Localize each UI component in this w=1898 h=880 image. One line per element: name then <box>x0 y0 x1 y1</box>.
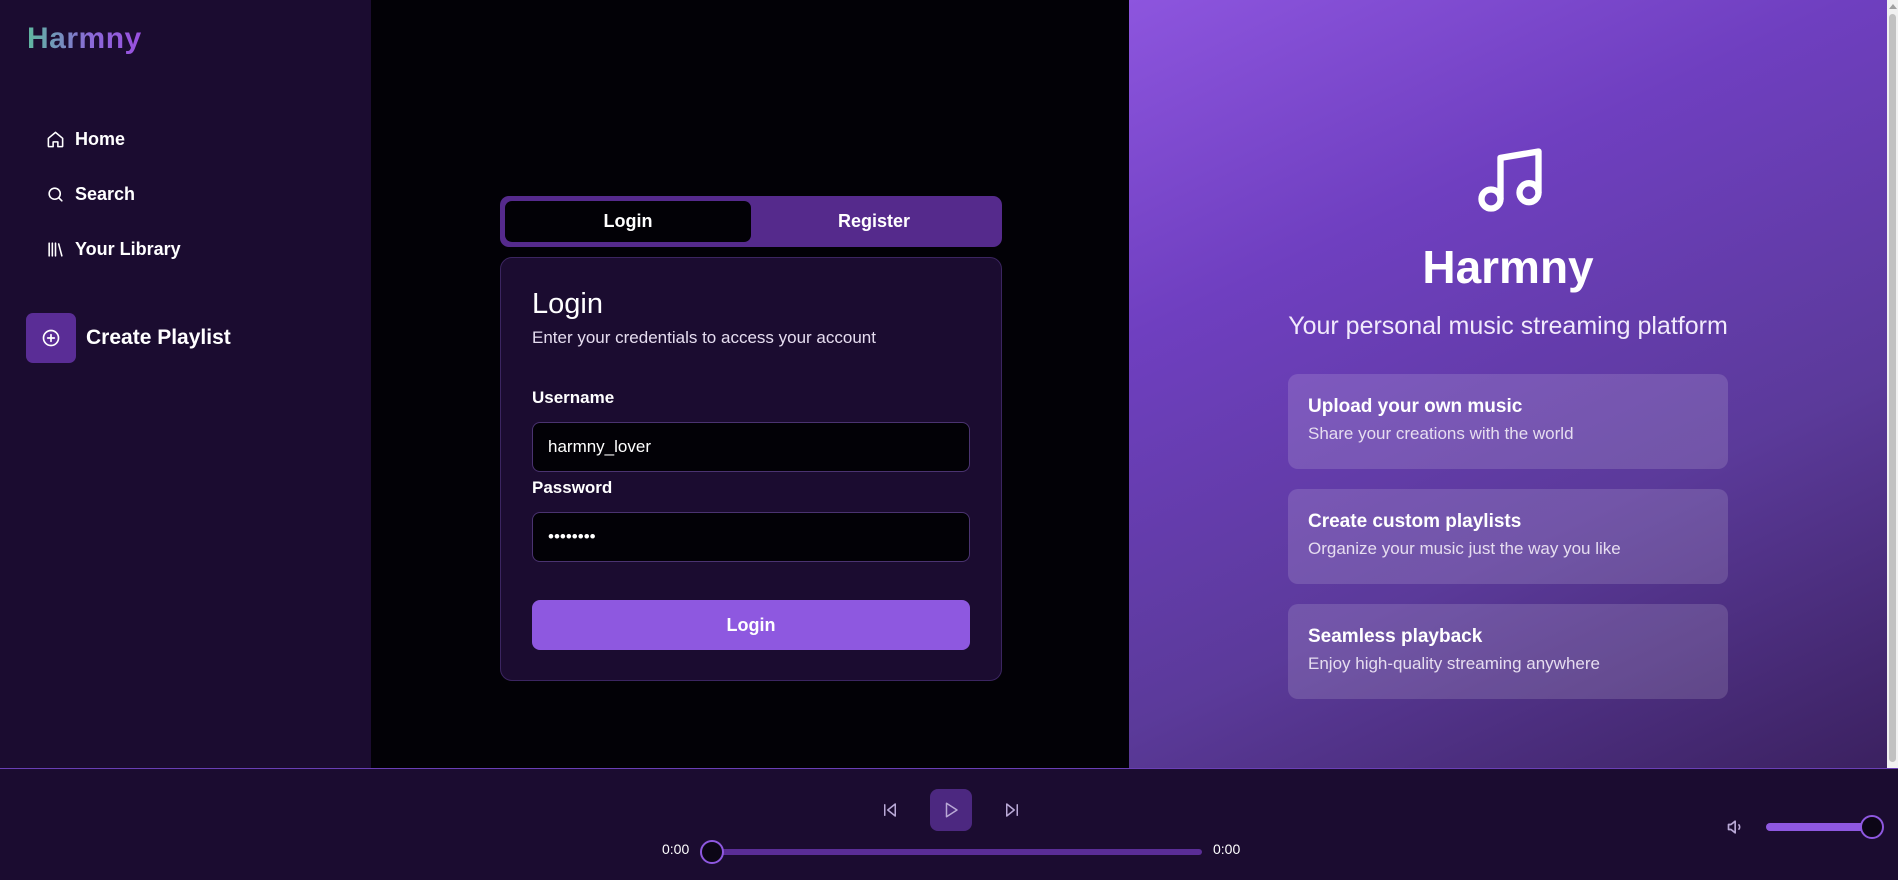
sidebar-item-label: Search <box>75 184 136 204</box>
volume-icon[interactable] <box>1725 817 1747 837</box>
tab-register[interactable]: Register <box>751 201 997 242</box>
create-playlist-icon-box <box>26 313 76 363</box>
search-icon <box>48 187 63 202</box>
username-label: Username <box>532 388 615 407</box>
hero-subtitle: Your personal music streaming platform <box>1288 312 1728 340</box>
password-label: Password <box>532 478 613 497</box>
create-playlist-label: Create Playlist <box>86 326 231 349</box>
username-field[interactable] <box>532 422 970 472</box>
app-logo[interactable]: Harmny <box>27 22 142 56</box>
feature-desc: Share your creations with the world <box>1308 424 1574 443</box>
auth-tabs: Login Register <box>500 196 1002 247</box>
sidebar-item-home[interactable]: Home <box>46 112 181 167</box>
auth-panel: Login Register Login Enter your credenti… <box>371 0 1129 768</box>
progress-handle[interactable] <box>700 840 724 864</box>
feature-title: Upload your own music <box>1308 396 1523 417</box>
sidebar: Harmny Home Search Your Library Create P… <box>0 0 371 768</box>
feature-title: Create custom playlists <box>1308 511 1522 532</box>
duration-time: 0:00 <box>1213 841 1241 857</box>
feature-card-playback: Seamless playback Enjoy high-quality str… <box>1288 604 1728 699</box>
scroll-up-arrow-icon[interactable] <box>1889 4 1897 9</box>
login-card: Login Enter your credentials to access y… <box>500 257 1002 681</box>
library-icon <box>48 242 63 257</box>
feature-desc: Organize your music just the way you lik… <box>1308 539 1621 558</box>
tab-login[interactable]: Login <box>505 201 751 242</box>
login-title: Login <box>532 288 603 320</box>
plus-circle-icon <box>42 329 60 347</box>
play-button[interactable] <box>930 789 972 831</box>
music-note-icon <box>1478 148 1542 212</box>
page-scrollbar[interactable] <box>1887 0 1898 768</box>
feature-card-upload: Upload your own music Share your creatio… <box>1288 374 1728 469</box>
app-root: Harmny Home Search Your Library Create P… <box>0 0 1898 880</box>
feature-desc: Enjoy high-quality streaming anywhere <box>1308 654 1600 673</box>
create-playlist-button[interactable]: Create Playlist <box>26 313 231 363</box>
previous-track-button[interactable] <box>875 789 905 831</box>
sidebar-item-search[interactable]: Search <box>46 167 181 222</box>
hero-title: Harmny <box>1422 241 1594 293</box>
sidebar-nav: Home Search Your Library <box>46 112 181 277</box>
progress-slider[interactable] <box>700 840 1202 864</box>
player-bar: 0:00 0:00 <box>0 768 1898 880</box>
sidebar-item-label: Your Library <box>75 239 181 259</box>
feature-card-playlists: Create custom playlists Organize your mu… <box>1288 489 1728 584</box>
login-subtitle: Enter your credentials to access your ac… <box>532 328 876 347</box>
hero-panel: Harmny Your personal music streaming pla… <box>1129 0 1887 768</box>
feature-title: Seamless playback <box>1308 626 1483 647</box>
next-track-button[interactable] <box>997 789 1027 831</box>
play-icon <box>945 802 958 818</box>
sidebar-item-label: Home <box>75 129 126 149</box>
volume-slider[interactable] <box>1766 815 1884 839</box>
login-submit-button[interactable]: Login <box>532 600 970 650</box>
skip-forward-icon <box>1006 803 1018 817</box>
current-time: 0:00 <box>662 841 690 857</box>
volume-handle[interactable] <box>1860 815 1884 839</box>
password-field[interactable] <box>532 512 970 562</box>
home-icon <box>47 131 64 148</box>
scrollbar-thumb[interactable] <box>1889 14 1896 762</box>
skip-back-icon <box>884 803 896 817</box>
sidebar-item-library[interactable]: Your Library <box>46 222 181 277</box>
